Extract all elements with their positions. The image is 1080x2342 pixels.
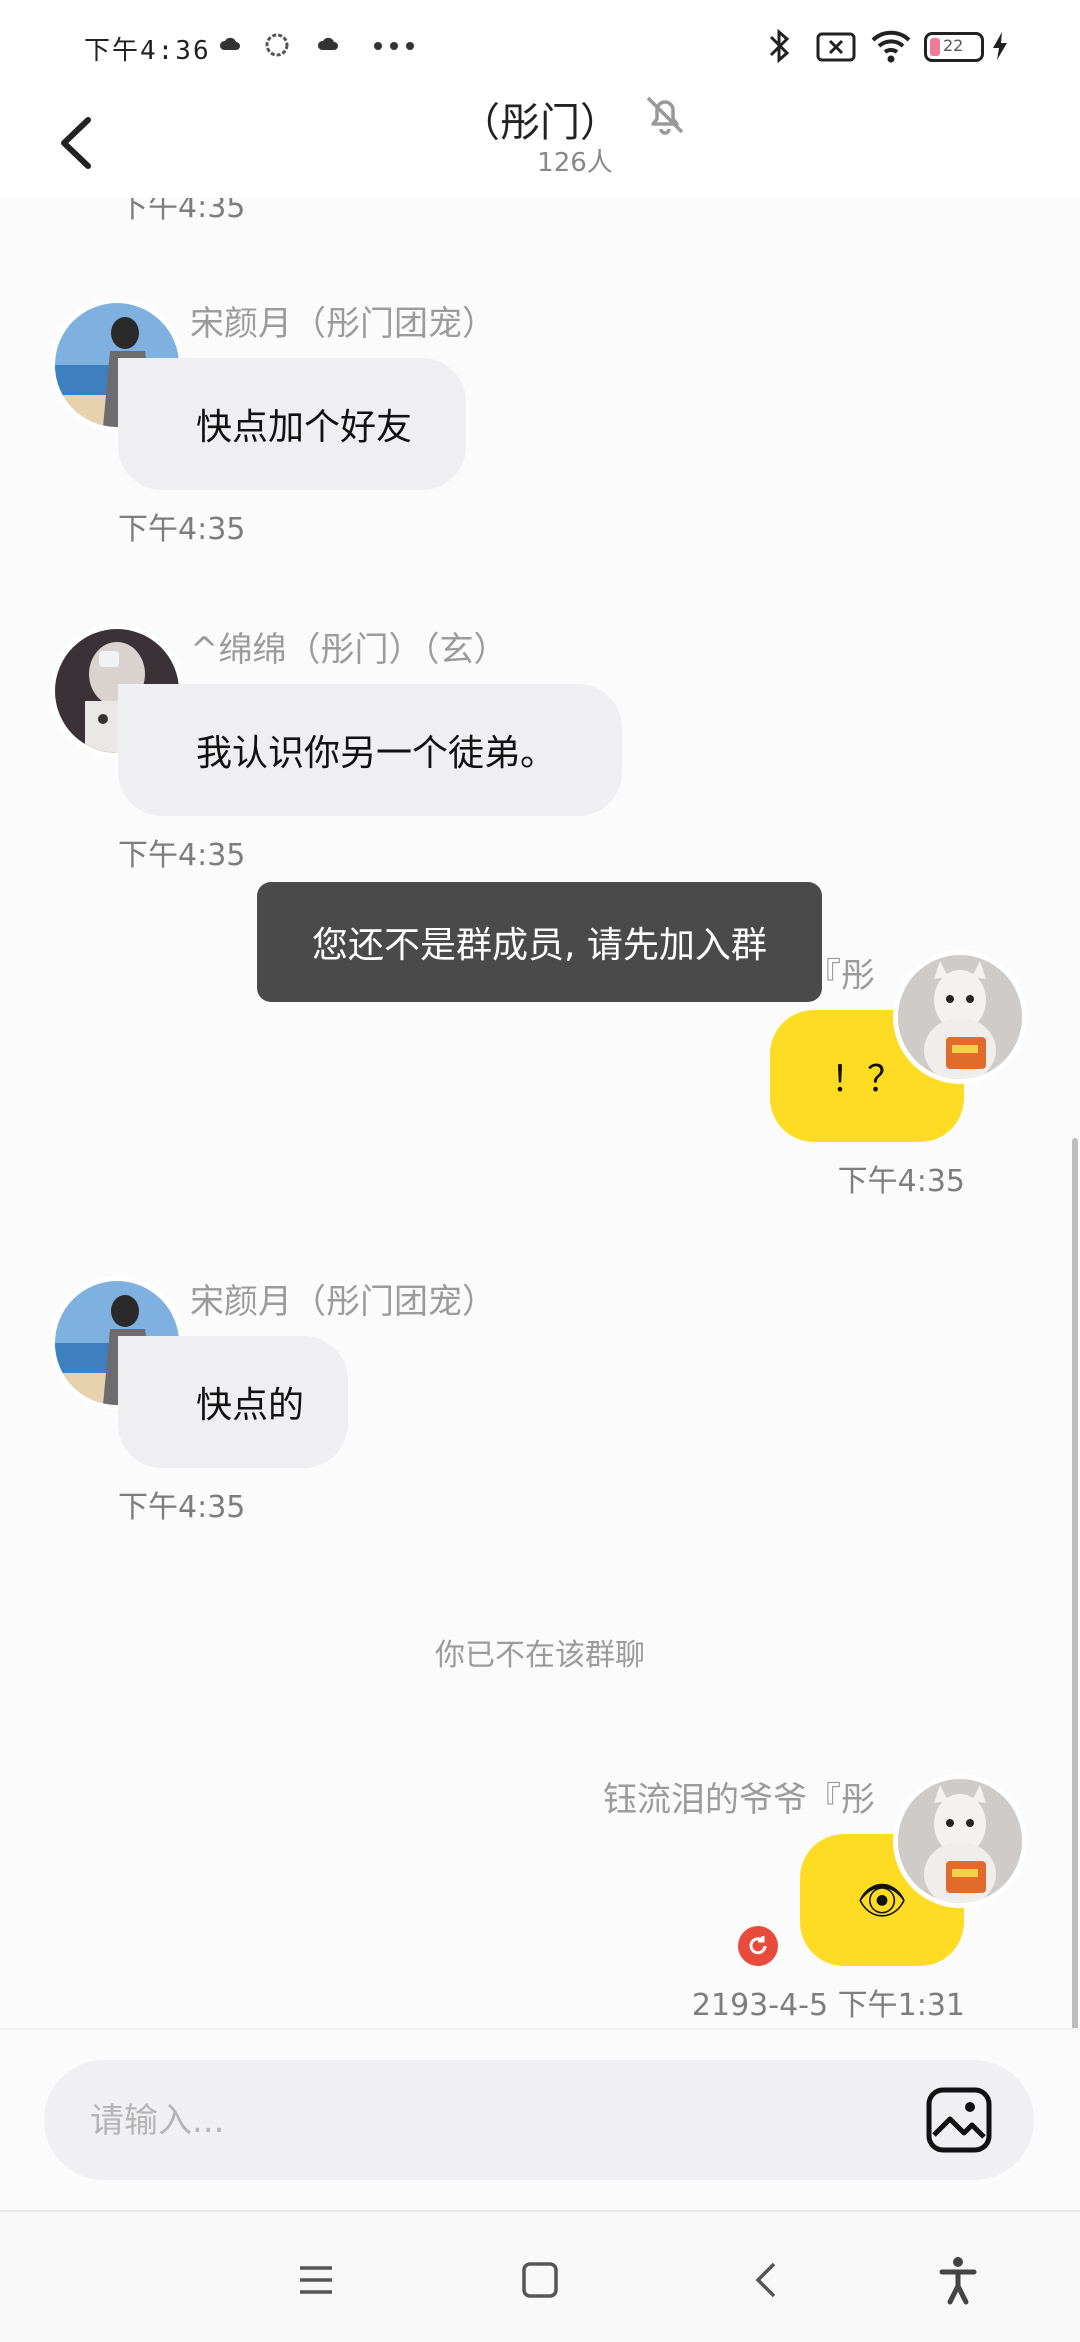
message-text: 快点加个好友 xyxy=(196,407,413,448)
nav-back-icon[interactable] xyxy=(740,2252,796,2308)
menu-icon[interactable] xyxy=(288,2252,344,2308)
chat-header: （彤门） 126人 xyxy=(0,90,1080,200)
sync-icon xyxy=(265,33,289,57)
bluetooth-icon xyxy=(769,28,790,64)
message-timestamp: 下午4:35 xyxy=(118,198,246,225)
message-timestamp: 下午4:35 xyxy=(837,1164,965,1199)
accessibility-icon[interactable] xyxy=(930,2252,986,2308)
message-text: 我认识你另一个徒弟。 xyxy=(196,733,557,774)
message-bubble[interactable]: 快点的 xyxy=(118,1336,348,1468)
wifi-icon xyxy=(871,30,911,63)
avatar[interactable] xyxy=(893,950,1027,1084)
image-icon[interactable] xyxy=(924,2085,994,2155)
sender-name: ^绵绵（彤门）（玄） xyxy=(190,630,508,670)
battery-icon: 22 xyxy=(924,32,984,62)
system-nav-bar xyxy=(0,2210,1080,2342)
message-timestamp: 下午4:35 xyxy=(118,1490,246,1525)
status-time: 下午4:36 xyxy=(84,36,211,66)
group-title: （彤门） xyxy=(0,90,1080,148)
message-text: 👁 xyxy=(856,1877,908,1924)
avatar[interactable] xyxy=(893,1774,1027,1908)
toast-message: 您还不是群成员, 请先加入群 xyxy=(257,882,822,1002)
input-bar xyxy=(0,2028,1080,2210)
message-bubble[interactable]: 快点加个好友 xyxy=(118,358,466,490)
sender-name: 宋颜月（彤门团宠） xyxy=(190,1282,496,1322)
message-text: 快点的 xyxy=(196,1385,305,1426)
message-bubble[interactable]: 我认识你另一个徒弟。 xyxy=(118,684,622,816)
message-timestamp: 下午4:35 xyxy=(118,512,246,547)
more-icon xyxy=(374,42,414,50)
member-count: 126人 xyxy=(537,148,613,178)
message-input-container xyxy=(44,2060,1034,2182)
message-timestamp: 2193-4-5 下午1:31 xyxy=(691,1988,965,2023)
sender-name: 钰流泪的爷爷『彤 xyxy=(603,1780,875,1820)
bell-off-icon[interactable] xyxy=(640,90,690,140)
sender-name: 宋颜月（彤门团宠） xyxy=(190,304,496,344)
retry-icon[interactable] xyxy=(738,1926,778,1966)
sim-off-icon xyxy=(816,32,856,62)
chat-message-list[interactable]: 下午4:35 宋颜月（彤门团宠） 快点加个好友 下午4:35 ^绵绵（彤门）（玄… xyxy=(0,198,1080,2028)
system-notice: 你已不在该群聊 xyxy=(435,1638,645,1673)
status-bar: 下午4:36 22 xyxy=(0,0,1080,90)
charging-icon xyxy=(993,32,1007,60)
message-timestamp: 下午4:35 xyxy=(118,838,246,873)
cloud-icon xyxy=(219,37,240,50)
battery-level: 22 xyxy=(943,36,964,55)
message-input[interactable] xyxy=(88,2060,872,2182)
message-text: ！？ xyxy=(830,1059,903,1100)
cloud-icon xyxy=(317,37,338,50)
home-square-icon[interactable] xyxy=(512,2252,568,2308)
scrollbar[interactable] xyxy=(1072,1138,1078,2028)
